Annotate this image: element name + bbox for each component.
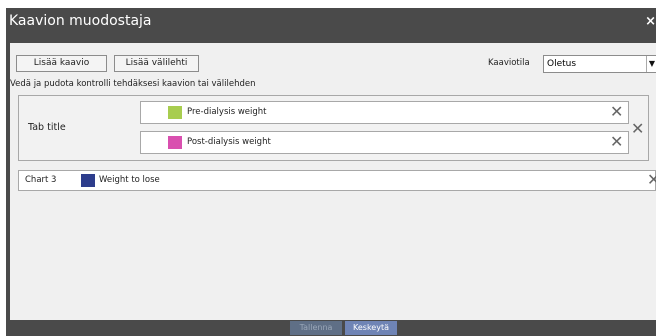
window-title: Kaavion muodostaja	[9, 13, 152, 29]
color-swatch	[81, 174, 95, 187]
chart-builder-window: Kaavion muodostaja × Lisää kaavio Lisää …	[6, 8, 656, 336]
cancel-button[interactable]: Keskeytä	[345, 321, 397, 335]
remove-tab-icon[interactable]: ✕	[631, 120, 644, 138]
close-icon[interactable]: ×	[645, 8, 656, 35]
color-swatch	[168, 106, 182, 119]
tab-chart-row-1[interactable]: Pre-dialysis weight ✕	[140, 101, 629, 124]
chart-label: Weight to lose	[99, 175, 160, 185]
builder-content: Lisää kaavio Lisää välilehti Kaaviotila …	[10, 43, 656, 328]
instructions-text: Vedä ja pudota kontrolli tehdäksesi kaav…	[10, 79, 256, 89]
add-chart-button[interactable]: Lisää kaavio	[16, 55, 107, 72]
add-tab-button[interactable]: Lisää välilehti	[114, 55, 199, 72]
chevron-down-icon[interactable]: ▼	[646, 56, 656, 72]
tab-title: Tab title	[28, 122, 66, 133]
tab-chart-row-2[interactable]: Post-dialysis weight ✕	[140, 131, 629, 154]
tab-container[interactable]: Tab title Pre-dialysis weight ✕ Post-dia…	[18, 95, 649, 161]
remove-chart-icon[interactable]: ✕	[647, 171, 656, 189]
remove-chart-icon[interactable]: ✕	[610, 133, 623, 151]
chart-mode-select[interactable]: Oletus ▼	[543, 55, 656, 73]
chart-mode-label: Kaaviotila	[488, 58, 530, 68]
chart-3-row[interactable]: Chart 3 Weight to lose ✕	[18, 170, 656, 191]
footer-bar: Tallenna Keskeytä	[6, 320, 656, 336]
color-swatch	[168, 136, 182, 149]
remove-chart-icon[interactable]: ✕	[610, 103, 623, 121]
chart-label: Pre-dialysis weight	[187, 107, 267, 117]
title-bar: Kaavion muodostaja ×	[6, 8, 656, 35]
chart-mode-value: Oletus	[547, 59, 577, 69]
save-button[interactable]: Tallenna	[290, 321, 342, 335]
chart-label: Post-dialysis weight	[187, 137, 271, 147]
chart-name: Chart 3	[25, 175, 57, 185]
